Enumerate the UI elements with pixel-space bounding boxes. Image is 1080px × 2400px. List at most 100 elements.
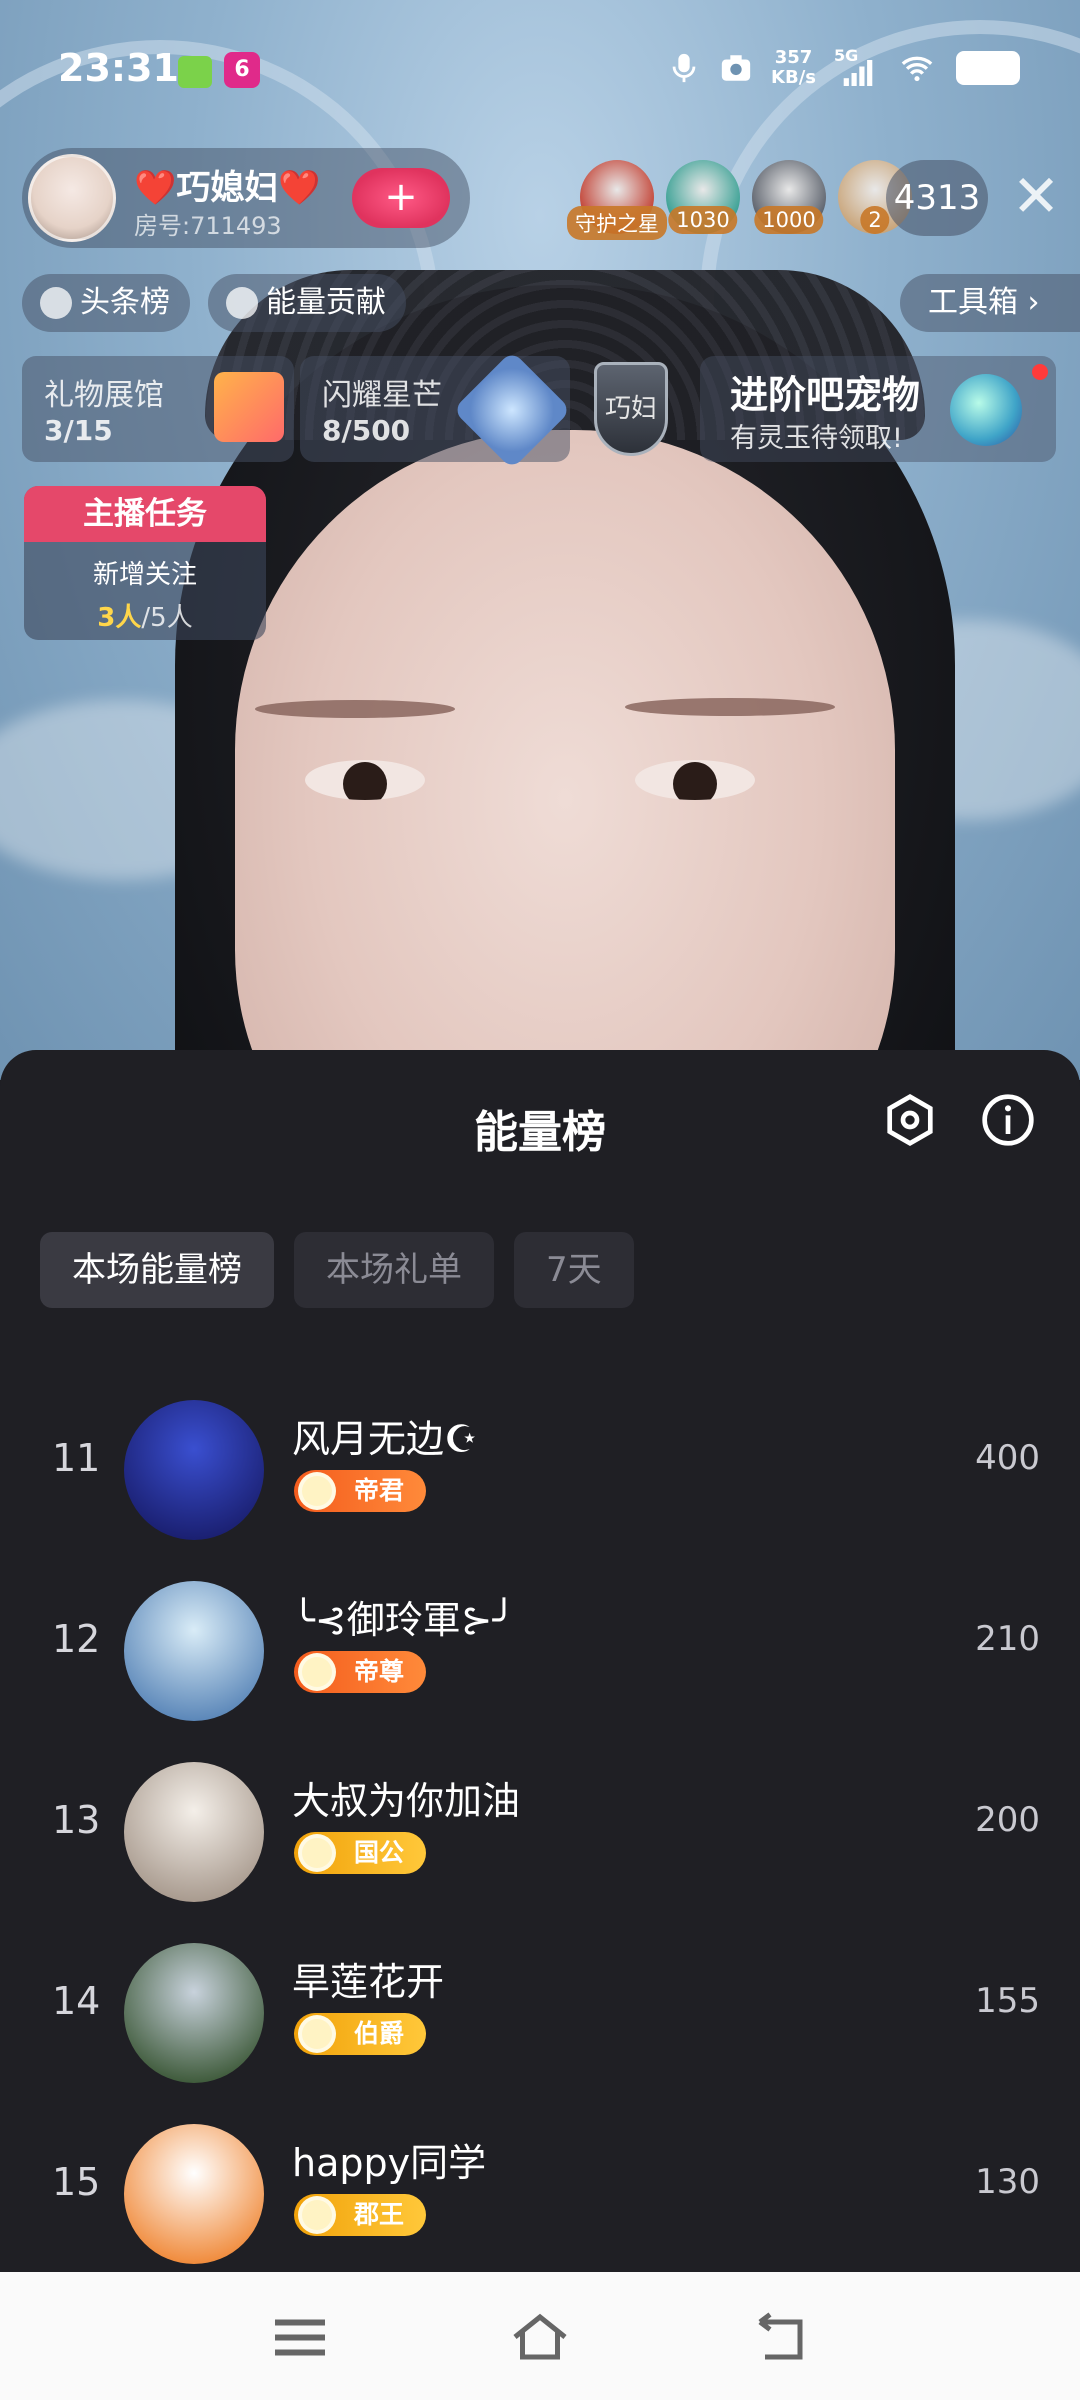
- wifi-icon: [901, 56, 933, 82]
- host-avatar[interactable]: [28, 154, 116, 242]
- user-avatar[interactable]: [124, 2124, 264, 2264]
- noble-badge-label: 国公: [354, 1838, 405, 1867]
- noble-badge-label: 帝尊: [354, 1657, 405, 1686]
- rank-row[interactable]: 14 旱莲花开 伯爵 155: [0, 1921, 1080, 2102]
- medal-icon: [298, 1834, 336, 1872]
- energy-score: 155: [975, 1981, 1040, 2021]
- toolbox-button[interactable]: 工具箱 ›: [900, 274, 1080, 332]
- top-viewer-tag: 2: [860, 206, 890, 234]
- close-live-button[interactable]: ✕: [1006, 167, 1066, 228]
- noble-badge: 帝君: [294, 1470, 427, 1512]
- rank-number: 11: [52, 1436, 101, 1480]
- streamer-brow: [625, 698, 835, 716]
- notification-app-icon: [178, 56, 212, 88]
- battery-icon: [956, 51, 1020, 85]
- streamer-face: [235, 430, 895, 1080]
- host-task-card[interactable]: 主播任务 新增关注 3人/5人: [24, 486, 266, 640]
- host-name: ❤️巧媳妇❤️: [134, 168, 321, 208]
- top-viewers: 守护之星 1030 1000 2: [567, 160, 912, 240]
- network-speed-value: 357: [774, 47, 813, 68]
- noble-badge: 伯爵: [294, 2013, 427, 2055]
- pet-banner-subtitle: 有灵玉待领取!: [730, 423, 903, 454]
- rank-row[interactable]: 15 happy同学 郡王 130: [0, 2102, 1080, 2283]
- energy-rank-sheet: 能量榜 本场能量榜 本场礼单 7天 11 风月无边☪ 帝君 400 12 ╰⊰御玲軍⊱╯ 帝尊 2…: [0, 1050, 1080, 2272]
- top-viewer-avatar[interactable]: 守护之星: [567, 160, 667, 240]
- rank-number: 12: [52, 1617, 101, 1661]
- fan-club-shield-icon[interactable]: 巧妇: [594, 362, 668, 456]
- headline-rank-chip[interactable]: 头条榜: [22, 274, 190, 332]
- status-time: 23:31: [58, 46, 179, 90]
- notification-dot: [1032, 364, 1048, 380]
- noble-badge-label: 郡王: [354, 2200, 405, 2229]
- top-viewer-avatar[interactable]: 1000: [752, 160, 826, 234]
- host-task-header: 主播任务: [24, 486, 266, 542]
- follow-button[interactable]: +: [352, 168, 450, 228]
- network-speed-unit: KB/s: [771, 67, 816, 88]
- rank-row[interactable]: 11 风月无边☪ 帝君 400: [0, 1378, 1080, 1559]
- network-speed: 357 KB/s: [771, 48, 816, 88]
- pet-upgrade-banner[interactable]: 进阶吧宠物 有灵玉待领取!: [700, 356, 1056, 462]
- back-icon[interactable]: [750, 2312, 810, 2362]
- energy-contribution-label: 能量贡献: [266, 285, 386, 320]
- user-avatar[interactable]: [124, 1581, 264, 1721]
- signal-strength-icon: 5G: [834, 46, 878, 86]
- settings-hexagon-icon[interactable]: [882, 1092, 938, 1148]
- user-name: 风月无边☪: [292, 1417, 479, 1461]
- shine-star-title: 闪耀星芒: [322, 378, 442, 413]
- crown-icon: [226, 287, 258, 319]
- status-bar: 23:31 6 357 KB/s 5G: [0, 0, 1080, 140]
- rank-row[interactable]: 13 大叔为你加油 国公 200: [0, 1740, 1080, 1921]
- notification-app-icon: 6: [224, 52, 260, 88]
- top-viewer-tag: 守护之星: [567, 206, 667, 240]
- user-name: ╰⊰御玲軍⊱╯: [292, 1598, 516, 1642]
- energy-score: 210: [975, 1619, 1040, 1659]
- flame-icon: [40, 287, 72, 319]
- jade-gem-icon: [950, 374, 1022, 446]
- noble-badge-label: 帝君: [354, 1476, 405, 1505]
- gift-hall-title: 礼物展馆: [44, 378, 164, 413]
- medal-icon: [298, 2015, 336, 2053]
- energy-score: 200: [975, 1800, 1040, 1840]
- gift-hall-card[interactable]: 礼物展馆 3/15: [22, 356, 294, 462]
- shine-star-progress: 8/500: [322, 414, 411, 447]
- user-avatar[interactable]: [124, 1400, 264, 1540]
- medal-icon: [298, 2196, 336, 2234]
- camera-icon: [721, 55, 751, 81]
- gift-hall-progress: 3/15: [44, 414, 113, 447]
- rank-tab[interactable]: 本场能量榜: [40, 1232, 274, 1308]
- streamer-eye: [635, 760, 755, 800]
- info-icon[interactable]: [980, 1092, 1036, 1148]
- rank-number: 15: [52, 2160, 101, 2204]
- noble-badge: 帝尊: [294, 1651, 427, 1693]
- user-avatar[interactable]: [124, 1943, 264, 2083]
- viewer-count[interactable]: 4313: [886, 160, 988, 236]
- noble-badge: 国公: [294, 1832, 427, 1874]
- gift-box-icon: [214, 372, 284, 442]
- microphone-icon: [672, 53, 696, 83]
- host-task-target: /5人: [141, 603, 193, 633]
- rank-number: 13: [52, 1798, 101, 1842]
- host-task-label: 新增关注: [92, 560, 197, 590]
- user-avatar[interactable]: [124, 1762, 264, 1902]
- top-viewer-tag: 1000: [754, 206, 824, 234]
- host-task-progress: 3人/5人: [24, 597, 266, 634]
- energy-score: 400: [975, 1438, 1040, 1478]
- rank-tab[interactable]: 7天: [514, 1232, 634, 1308]
- rank-tabs: 本场能量榜 本场礼单 7天: [40, 1232, 634, 1308]
- user-name: happy同学: [292, 2141, 487, 2185]
- streamer-eye: [305, 760, 425, 800]
- signal-bars-icon: [843, 60, 873, 86]
- host-info-card[interactable]: ❤️巧媳妇❤️ 房号:711493 +: [22, 148, 470, 248]
- energy-contribution-chip[interactable]: 能量贡献: [208, 274, 406, 332]
- rank-row[interactable]: 12 ╰⊰御玲軍⊱╯ 帝尊 210: [0, 1559, 1080, 1740]
- medal-icon: [298, 1472, 336, 1510]
- noble-badge: 郡王: [294, 2194, 427, 2236]
- top-viewer-avatar[interactable]: 1030: [666, 160, 740, 234]
- medal-icon: [298, 1653, 336, 1691]
- menu-icon[interactable]: [270, 2312, 330, 2362]
- pet-banner-title: 进阶吧宠物: [730, 373, 921, 417]
- status-icons: 357 KB/s 5G: [667, 46, 1020, 88]
- rank-tab[interactable]: 本场礼单: [294, 1232, 494, 1308]
- streamer-brow: [255, 700, 455, 718]
- home-icon[interactable]: [510, 2312, 570, 2362]
